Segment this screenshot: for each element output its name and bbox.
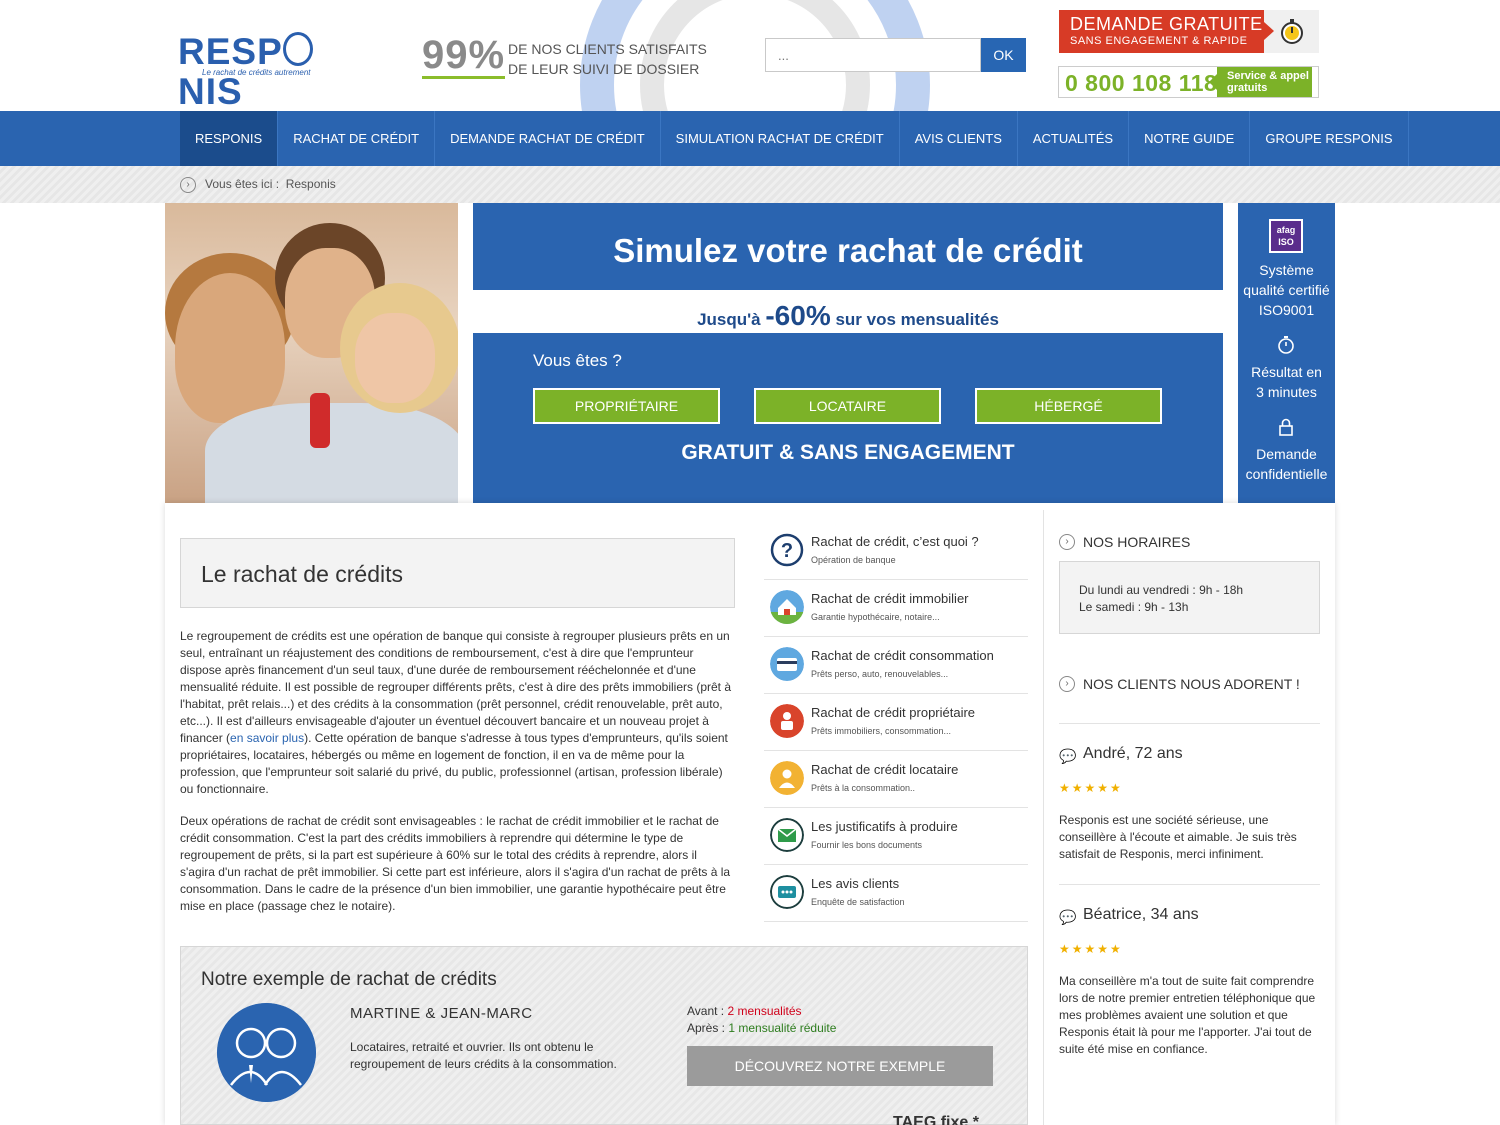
nav-item-rachat-de-credit[interactable]: RACHAT DE CRÉDIT [278,111,436,166]
certificate-icon: afag ISO [1269,219,1303,253]
nav-item-simulation[interactable]: SIMULATION RACHAT DE CRÉDIT [661,111,900,166]
nav-item-responis[interactable]: RESPONIS [180,111,279,166]
breadcrumb: › Vous êtes ici : Responis [0,166,1500,203]
search-input[interactable] [765,38,981,72]
link-rachat-consommation[interactable]: Rachat de crédit consommation Prêts pers… [764,637,1028,694]
cta-subtitle: SANS ENGAGEMENT & RAPIDE [1070,35,1248,47]
divider [1059,884,1320,885]
link-rachat-immobilier[interactable]: Rachat de crédit immobilier Garantie hyp… [764,580,1028,637]
review-author: 💬 André, 72 ans [1059,745,1183,764]
search-form: OK [765,38,1026,72]
nav-item-notre-guide[interactable]: NOTRE GUIDE [1129,111,1251,166]
learn-more-link[interactable]: en savoir plus [230,731,304,745]
rating-stars: ★★★★★ [1059,781,1123,795]
example-title: Notre exemple de rachat de crédits [201,969,497,990]
hours-heading: › NOS HORAIRES [1059,534,1190,550]
couple-avatar-icon [217,1003,316,1102]
page-title: Le rachat de crédits [201,561,404,587]
family-photo [165,203,458,503]
lock-icon [1279,418,1293,436]
rating-stars: ★★★★★ [1059,942,1123,956]
stopwatch-icon [1278,336,1294,354]
link-rachat-locataire[interactable]: Rachat de crédit locataire Prêts à la co… [764,751,1028,808]
link-rachat-proprietaire[interactable]: Rachat de crédit propriétaire Prêts immo… [764,694,1028,751]
example-box: Notre exemple de rachat de crédits MARTI… [180,946,1028,1125]
owner-icon [770,704,804,738]
satisfaction-value: 99% [422,33,506,79]
hours-saturday: Le samedi : 9h - 13h [1079,600,1189,614]
review-text: Responis est une société sérieuse, une c… [1059,813,1297,861]
responis-logo[interactable]: RESPNIS Le rachat de crédits autrement [178,32,363,111]
free-call-badge: Service & appel gratuits [1209,67,1312,97]
header: RESPNIS Le rachat de crédits autrement 9… [0,0,1500,111]
speech-bubble-icon: 💬 [1059,909,1077,925]
quality-column: afag ISO Système qualité certifié ISO9001… [1238,203,1335,503]
question-icon: ? [770,533,804,567]
simulator-question: Vous êtes ? [533,351,622,370]
heberge-button[interactable]: HÉBERGÉ [975,388,1162,424]
example-name: MARTINE & JEAN-MARC [350,1005,533,1022]
chevron-right-icon: › [1059,676,1075,692]
main-nav: RESPONIS RACHAT DE CRÉDIT DEMANDE RACHAT… [0,111,1500,166]
hours-box: Du lundi au vendredi : 9h - 18h Le samed… [1059,561,1320,634]
logo-o-icon [282,32,313,66]
quality-item-result: Résultat en 3 minutes [1251,364,1322,400]
breadcrumb-label: Vous êtes ici : [205,177,280,191]
reviews-heading: › NOS CLIENTS NOUS ADORENT ! [1059,676,1300,692]
link-rachat-quoi[interactable]: ? Rachat de crédit, c’est quoi ? Opérati… [764,523,1028,580]
divider [1059,723,1320,724]
article-paragraph: Le regroupement de crédits est une opéra… [180,629,731,796]
review-author: 💬 Béatrice, 34 ans [1059,906,1199,925]
review-text: Ma conseillère m'a tout de suite fait co… [1059,974,1316,1056]
chevron-right-icon: › [1059,534,1075,550]
card-icon [770,647,804,681]
chevron-right-icon: › [180,177,196,193]
breadcrumb-current[interactable]: Responis [286,177,336,191]
article-paragraph: Deux opérations de rachat de crédit sont… [180,814,731,913]
hours-weekdays: Du lundi au vendredi : 9h - 18h [1079,583,1244,597]
nav-item-groupe-responis[interactable]: GROUPE RESPONIS [1250,111,1409,166]
column-divider [1043,510,1044,1125]
search-button[interactable]: OK [981,38,1026,72]
nav-item-demande-rachat[interactable]: DEMANDE RACHAT DE CRÉDIT [435,111,661,166]
link-avis-clients[interactable]: Les avis clients Enquête de satisfaction [764,865,1028,922]
free-request-button[interactable]: DEMANDE GRATUITE SANS ENGAGEMENT & RAPID… [1059,10,1319,53]
quality-item-iso: Système qualité certifié ISO9001 [1243,262,1330,318]
logo-tagline: Le rachat de crédits autrement [202,68,311,77]
phone-number[interactable]: 0 800 108 118 Service & appel gratuits [1058,66,1319,98]
tenant-icon [770,761,804,795]
nav-item-actualites[interactable]: ACTUALITÉS [1018,111,1130,166]
simulator-title: Simulez votre rachat de crédit [473,203,1223,290]
discover-example-button[interactable]: DÉCOUVREZ NOTRE EXEMPLE [687,1046,993,1086]
speech-bubble-icon: 💬 [1059,748,1077,764]
taeg-label: TAEG fixe * [893,1114,979,1125]
link-justificatifs[interactable]: Les justificatifs à produire Fournir les… [764,808,1028,865]
example-comparison: Avant : 2 mensualités Après : 1 mensuali… [687,1004,837,1035]
credit-simulator: Simulez votre rachat de crédit Jusqu'à -… [473,203,1223,503]
chat-icon [770,875,804,909]
svg-text:?: ? [781,540,793,562]
simulator-footer: GRATUIT & SANS ENGAGEMENT [681,441,1015,464]
topic-links: ? Rachat de crédit, c’est quoi ? Opérati… [764,523,1028,922]
proprietaire-button[interactable]: PROPRIÉTAIRE [533,388,720,424]
quality-item-confidential: Demande confidentielle [1245,446,1328,482]
stopwatch-icon [1281,19,1303,44]
satisfaction-text: DE NOS CLIENTS SATISFAITS DE LEUR SUIVI … [508,41,707,77]
cta-title: DEMANDE GRATUITE [1070,14,1263,34]
simulator-promo: Jusqu'à -60% sur vos mensualités [473,290,1223,333]
nav-item-avis-clients[interactable]: AVIS CLIENTS [900,111,1018,166]
envelope-icon [770,818,804,852]
page-heading-box: Le rachat de crédits [180,538,735,608]
article-body: Le regroupement de crédits est une opéra… [180,628,735,930]
house-icon [770,590,804,624]
example-description: Locataires, retraité et ouvrier. Ils ont… [350,1040,617,1071]
satisfaction-stat: 99% DE NOS CLIENTS SATISFAITS DE LEUR SU… [422,33,707,79]
locataire-button[interactable]: LOCATAIRE [754,388,941,424]
